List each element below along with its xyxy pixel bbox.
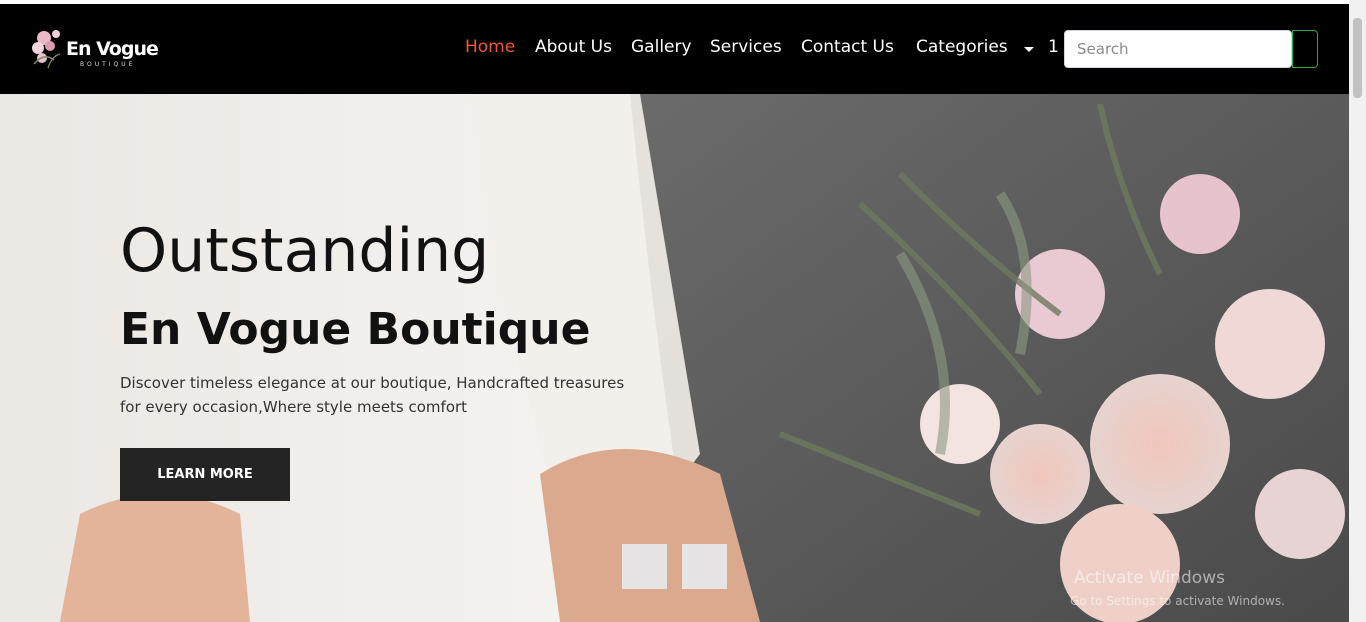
- brand-logo[interactable]: En Vogue BOUTIQUE: [30, 22, 160, 78]
- learn-more-button[interactable]: LEARN MORE: [120, 448, 290, 501]
- hero-description: Discover timeless elegance at our boutiq…: [120, 371, 680, 419]
- cart-count: 1: [1048, 37, 1059, 57]
- nav-contact[interactable]: Contact Us: [801, 37, 894, 57]
- nav-gallery[interactable]: Gallery: [631, 37, 692, 57]
- carousel-indicator-2[interactable]: [682, 544, 727, 589]
- caret-down-icon: [1024, 47, 1034, 52]
- hero-title-boutique: En Vogue Boutique: [120, 304, 591, 355]
- activate-windows-title: Activate Windows: [1074, 568, 1225, 588]
- scrollbar-thumb[interactable]: [1353, 18, 1362, 98]
- nav-services[interactable]: Services: [710, 37, 782, 57]
- hero-description-line-1: Discover timeless elegance at our boutiq…: [120, 374, 625, 392]
- carousel-indicator-1[interactable]: [622, 544, 667, 589]
- hero-title-outstanding: Outstanding: [120, 216, 490, 286]
- hero-carousel: Outstanding En Vogue Boutique Discover t…: [0, 94, 1349, 622]
- search-button[interactable]: [1292, 30, 1318, 68]
- brand-name: En Vogue: [66, 38, 159, 60]
- nav-home[interactable]: Home: [465, 37, 515, 57]
- hero-description-line-2: for every occasion,Where style meets com…: [120, 398, 468, 416]
- nav-about[interactable]: About Us: [535, 37, 612, 57]
- navbar: En Vogue BOUTIQUE Home About Us Gallery …: [0, 4, 1349, 94]
- activate-windows-subtitle: Go to Settings to activate Windows.: [1070, 594, 1285, 608]
- brand-sub: BOUTIQUE: [80, 61, 136, 68]
- search-input[interactable]: [1064, 30, 1292, 68]
- hero-background-image: [0, 94, 1349, 622]
- vertical-scrollbar[interactable]: [1349, 0, 1366, 622]
- nav-categories-dropdown[interactable]: Categories: [916, 37, 1008, 57]
